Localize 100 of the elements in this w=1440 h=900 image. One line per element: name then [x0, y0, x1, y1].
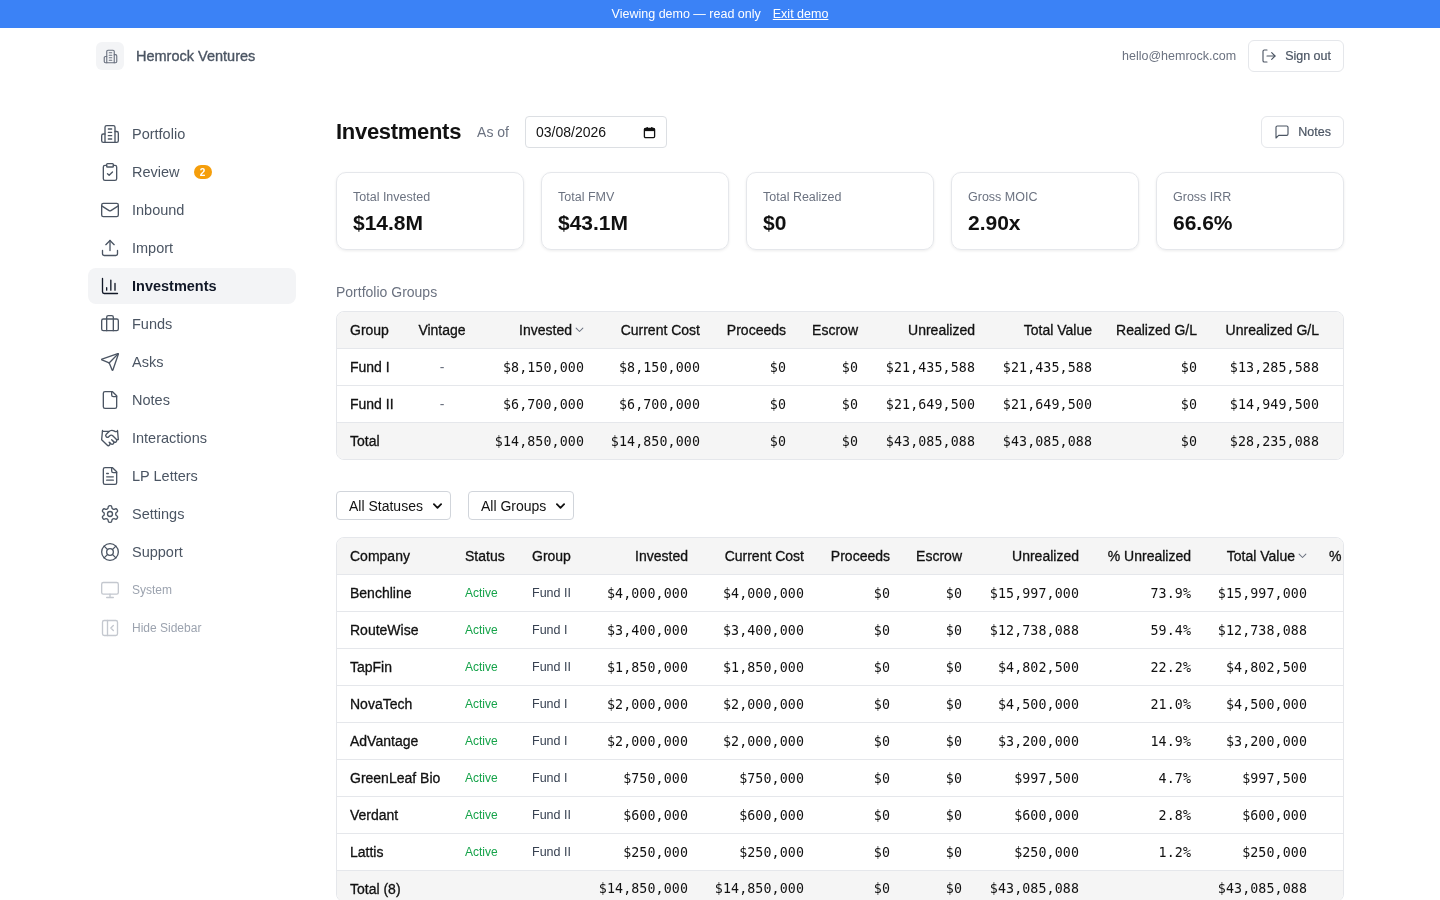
status-cell: Active [453, 796, 520, 834]
sidebar-item[interactable]: Settings [88, 496, 296, 532]
amount-cell: $0 [1104, 348, 1209, 386]
amount-cell: $0 [816, 759, 902, 797]
company-cell: GreenLeaf Bio [337, 759, 453, 797]
filter-dropdown[interactable]: All Statuses [336, 491, 451, 520]
amount-cell: $4,500,000 [1203, 685, 1319, 723]
sidebar-item[interactable]: Notes [88, 382, 296, 418]
column-header: Vintage [404, 312, 480, 349]
sort-chevron-icon [1298, 553, 1307, 559]
amount-cell: $997,500 [974, 759, 1091, 797]
column-header[interactable]: Invested [480, 312, 596, 349]
amount-cell: $3,200,000 [974, 722, 1091, 760]
amount-cell: $13,285,588 [1209, 348, 1343, 386]
column-header: Escrow [798, 312, 870, 349]
sidebar-item[interactable]: Funds [88, 306, 296, 342]
sidebar-item[interactable]: Support [88, 534, 296, 570]
exit-demo-link[interactable]: Exit demo [772, 7, 829, 21]
company-cell: Verdant [337, 796, 453, 834]
group-cell: Fund I [520, 722, 578, 760]
building-icon [100, 124, 120, 144]
status-cell: Active [453, 648, 520, 686]
amount-cell: $4,802,500 [1203, 648, 1319, 686]
monitor-icon [100, 580, 120, 600]
amount-cell: $3,400,000 [578, 611, 700, 649]
logo-icon [96, 42, 124, 70]
amount-cell: $12,738,088 [974, 611, 1091, 649]
sidebar-item[interactable]: Review 2 [88, 154, 296, 190]
column-header: Current Cost [596, 312, 712, 349]
amount-cell: $0 [816, 574, 902, 612]
amount-cell: $600,000 [1203, 796, 1319, 834]
column-header: Group [337, 312, 404, 349]
group-cell: Total [337, 422, 404, 459]
amount-cell: $4,000,000 [700, 574, 816, 612]
company-cell: NovaTech [337, 685, 453, 723]
amount-cell: $12,738,088 [1203, 611, 1319, 649]
amount-cell: $4,000,000 [578, 574, 700, 612]
percent-cell: 14.9% [1091, 722, 1203, 760]
group-cell: Fund I [520, 685, 578, 723]
stat-value: $14.8M [353, 210, 424, 236]
amount-cell: $3,400,000 [700, 611, 816, 649]
column-header[interactable]: Total Value [1203, 538, 1319, 575]
amount-cell: $21,435,588 [987, 348, 1104, 386]
sidebar-item[interactable]: Portfolio [88, 116, 296, 152]
percent-cell: 73.9% [1091, 574, 1203, 612]
handshake-icon [100, 428, 120, 448]
filter-dropdown[interactable]: All Groups [467, 491, 575, 520]
amount-cell: $14,850,000 [596, 422, 712, 459]
stat-label: Total Invested [353, 189, 431, 206]
group-cell: Fund II [520, 648, 578, 686]
stat-label: Gross IRR [1173, 189, 1232, 206]
amount-cell: $8,150,000 [480, 348, 596, 386]
brand-name: Hemrock Ventures [136, 48, 256, 64]
amount-cell: $43,085,088 [870, 422, 987, 459]
sidebar-item[interactable]: LP Letters [88, 458, 296, 494]
sidebar-item[interactable]: Interactions [88, 420, 296, 456]
envelope-icon [100, 200, 120, 220]
amount-cell: $0 [1104, 422, 1209, 459]
amount-cell: $0 [902, 648, 974, 686]
status-cell: Active [453, 759, 520, 797]
status-cell: Active [453, 611, 520, 649]
amount-cell: $0 [816, 870, 902, 900]
percent-cell: 2.8% [1091, 796, 1203, 834]
column-header: Unrealized [974, 538, 1091, 575]
amount-cell: $21,435,588 [870, 348, 987, 386]
amount-cell: $1,850,000 [700, 648, 816, 686]
column-header: % [1319, 538, 1343, 575]
calendar-icon [643, 125, 656, 139]
company-cell: Total (8) [337, 870, 453, 900]
percent-cell: 21.0% [1091, 685, 1203, 723]
amount-cell: $997,500 [1203, 759, 1319, 797]
percent-cell: 22.2% [1091, 648, 1203, 686]
group-cell: Fund I [520, 759, 578, 797]
amount-cell: $0 [712, 348, 798, 386]
column-header: Realized G/L [1104, 312, 1209, 349]
group-cell: Fund I [337, 348, 404, 386]
amount-cell: $0 [902, 870, 974, 900]
percent-cell: 4.7% [1091, 759, 1203, 797]
amount-cell: $750,000 [578, 759, 700, 797]
amount-cell: $15,997,000 [1203, 574, 1319, 612]
column-header: Company [337, 538, 453, 575]
sidebar-item[interactable]: Investments [88, 268, 296, 304]
amount-cell: $600,000 [578, 796, 700, 834]
amount-cell: $0 [816, 796, 902, 834]
amount-cell: $14,850,000 [480, 422, 596, 459]
company-cell: TapFin [337, 648, 453, 686]
column-header: Group [520, 538, 578, 575]
sign-out-button[interactable]: Sign out [1248, 40, 1344, 72]
sidebar-item[interactable]: Asks [88, 344, 296, 380]
amount-cell: $1,850,000 [578, 648, 700, 686]
amount-cell: $28,235,088 [1209, 422, 1343, 459]
sidebar-item[interactable]: Inbound [88, 192, 296, 228]
banner-message: Viewing demo — read only [611, 7, 761, 21]
amount-cell: $2,000,000 [578, 722, 700, 760]
amount-cell: $0 [902, 722, 974, 760]
amount-cell: $2,000,000 [700, 685, 816, 723]
sidebar-item[interactable]: Import [88, 230, 296, 266]
settings-icon [100, 504, 120, 524]
notes-button[interactable]: Notes [1261, 116, 1344, 148]
date-field[interactable]: 03/08/2026 [525, 116, 667, 148]
